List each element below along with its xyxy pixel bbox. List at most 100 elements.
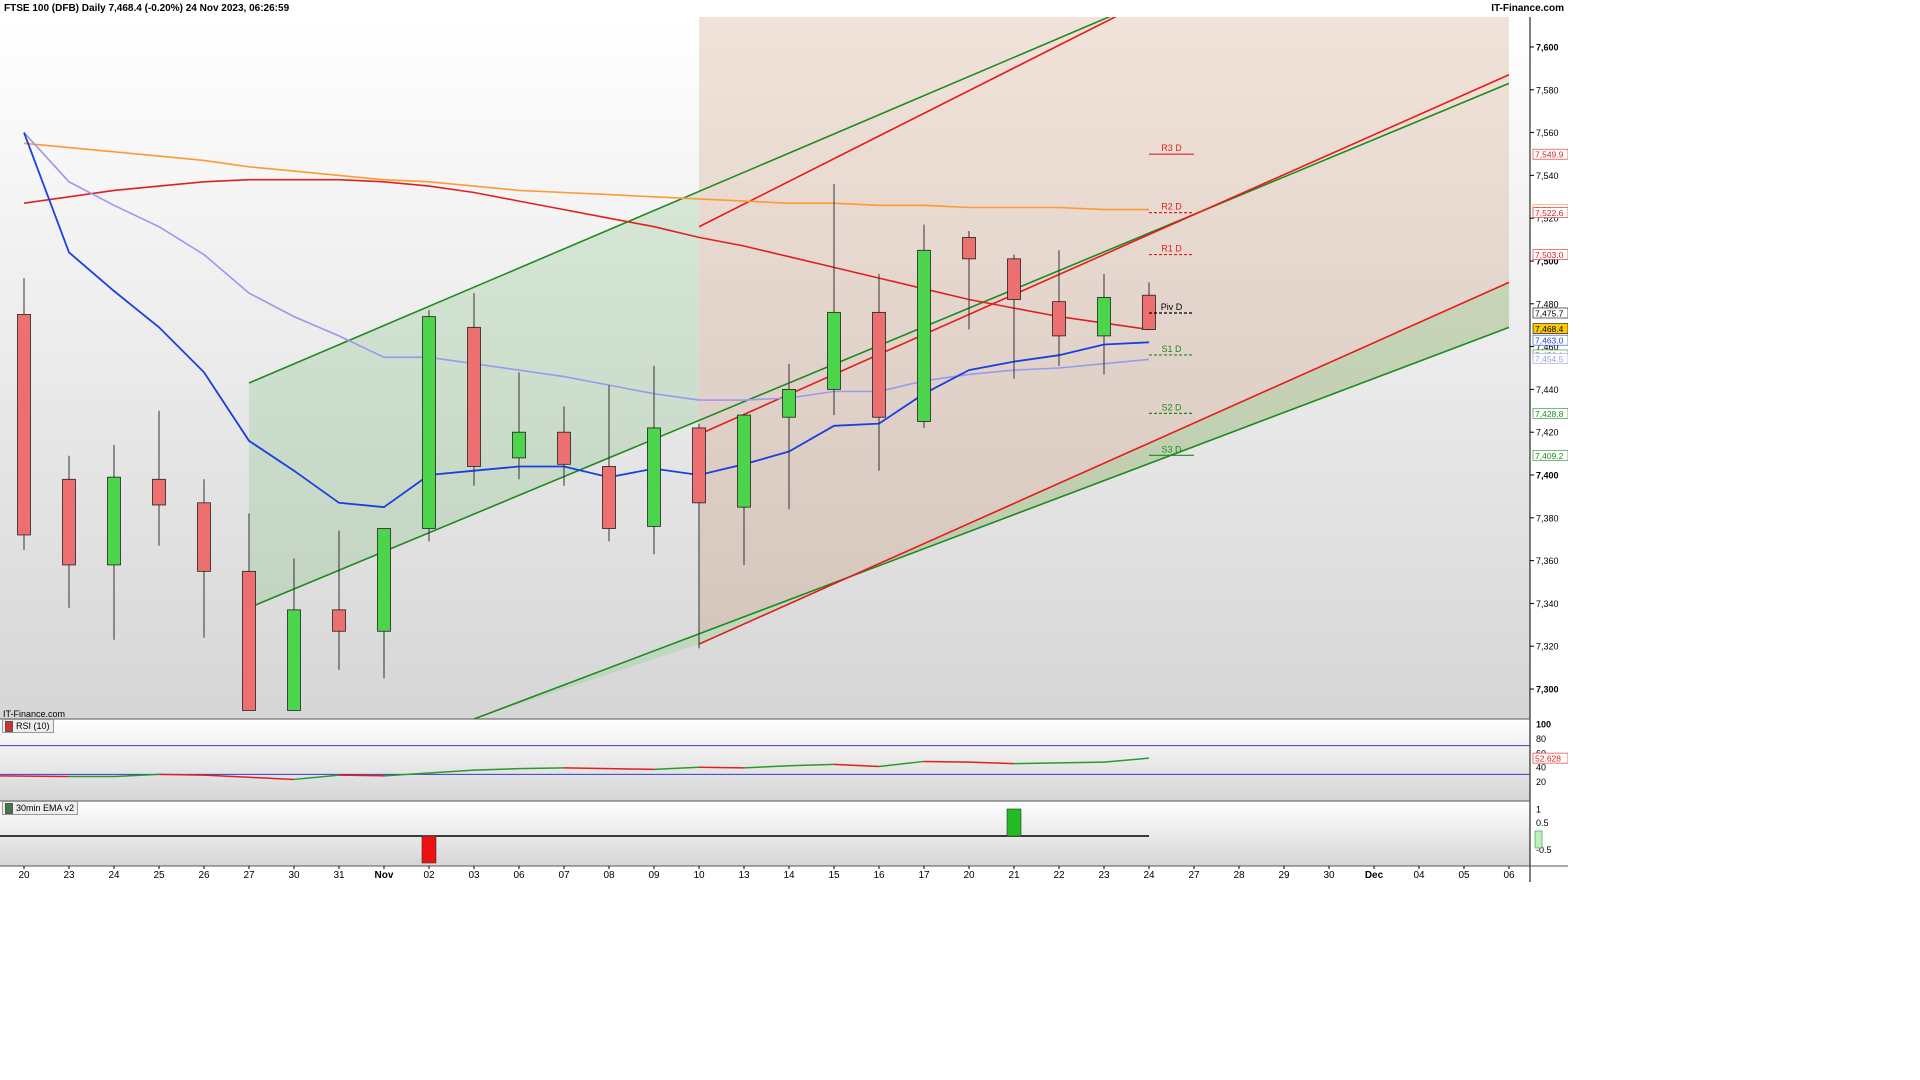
ema-panel-tick-label: 1 [1536,805,1541,815]
x-tick-label: 30 [288,870,300,881]
candle-body [602,466,616,529]
candle-body [197,502,211,572]
rsi-line-segment [1013,762,1060,765]
rsi-panel-background [0,719,1530,801]
x-tick-label: 25 [153,870,165,881]
pivot-label: R2 D [1161,202,1182,212]
price-chart[interactable]: R3 D R2 D R1 D Piv D S1 D S2 D S3 D 7,300 7,320 7… [0,0,1568,882]
rsi-panel-label[interactable]: RSI (10) [2,719,54,733]
ema-panel-label[interactable]: 30min EMA v2 [2,801,79,815]
candle-body [332,609,346,632]
ema-panel-color-swatch [5,802,13,814]
x-tick-label: 24 [1143,870,1155,881]
candle-body [377,528,391,632]
y-tick-label: 7,580 [1536,85,1559,95]
price-tag-label: 7,522.6 [1535,208,1564,218]
x-tick-label: 06 [513,870,525,881]
price-tag-label: 7,468.4 [1535,324,1564,334]
candle-body [242,570,256,711]
price-tag-label: 7,463.0 [1535,336,1564,346]
rsi-line-segment [923,760,970,763]
pivot-label: S2 D [1161,402,1182,412]
y-tick-label: 7,340 [1536,599,1559,609]
pivot-label: R3 D [1161,143,1182,153]
candle-body [827,311,841,390]
x-tick-label: 03 [468,870,480,881]
ema-panel-label-text: 30min EMA v2 [16,803,75,813]
ema-signal-bar [421,835,437,864]
candle-body [287,609,301,711]
price-tag-label: 7,409.2 [1535,451,1564,461]
price-tag-label: 7,503.0 [1535,250,1564,260]
x-tick-label: 09 [648,870,660,881]
x-tick-label: 10 [693,870,705,881]
rsi-value-label: 52.628 [1535,754,1561,764]
ema-signal-bar [1006,808,1022,837]
price-tag-label: 7,428.8 [1535,409,1564,419]
candle-body [467,326,481,467]
candle-body [17,314,31,536]
rsi-tick-label: 80 [1536,734,1546,744]
y-tick-label: 7,420 [1536,428,1559,438]
x-tick-label: Nov [375,870,394,881]
x-tick-label: 27 [243,870,255,881]
x-tick-label: 24 [108,870,120,881]
price-tag-label: 7,549.9 [1535,150,1564,160]
candle-body [1007,258,1021,300]
x-tick-label: 21 [1008,870,1020,881]
pivot-label: Piv D [1161,302,1183,312]
x-tick-label: 29 [1278,870,1290,881]
x-tick-label: 22 [1053,870,1065,881]
candle-body [62,478,76,566]
price-tag-label: 7,454.5 [1535,354,1564,364]
candle-body [107,476,121,566]
candle-body [152,478,166,506]
x-tick-label: 07 [558,870,570,881]
rsi-line-segment [158,773,205,776]
x-tick-label: 27 [1188,870,1200,881]
pivot-label: S1 D [1161,344,1182,354]
y-tick-label: 7,400 [1536,471,1559,481]
candle-body [782,389,796,418]
y-tick-label: 7,440 [1536,385,1559,395]
x-tick-label: 05 [1458,870,1470,881]
x-tick-label: 06 [1503,870,1515,881]
rsi-line-segment [563,767,610,770]
rsi-line-segment [518,767,565,770]
rsi-color-swatch [5,720,13,732]
rsi-line-segment [608,767,655,771]
x-tick-label: 31 [333,870,345,881]
candle-body [1097,296,1111,337]
x-tick-label: 15 [828,870,840,881]
ema-panel-tick-label: 0.5 [1536,818,1549,828]
candle-body [422,316,436,529]
x-tick-label: 14 [783,870,795,881]
y-tick-label: 7,360 [1536,556,1559,566]
rsi-line-segment [1058,761,1105,764]
x-tick-label: 20 [18,870,30,881]
candle-body [692,427,706,504]
y-tick-label: 7,300 [1536,685,1559,695]
rsi-line-segment [0,775,70,778]
candle-body [1142,294,1156,330]
rsi-label-text: RSI (10) [16,721,50,731]
x-tick-label: 20 [963,870,975,881]
y-tick-label: 7,540 [1536,171,1559,181]
x-tick-label: 23 [1098,870,1110,881]
rsi-line-segment [698,766,745,769]
candle-body [512,431,526,459]
x-tick-label: 08 [603,870,615,881]
x-tick-label: 17 [918,870,930,881]
x-axis-background [0,866,1530,882]
ema-value-tag [1534,830,1543,849]
x-tick-label: 28 [1233,870,1245,881]
candle-body [917,249,931,422]
x-tick-label: 16 [873,870,885,881]
candle-body [872,311,886,418]
y-tick-label: 7,560 [1536,128,1559,138]
y-tick-label: 7,600 [1536,42,1559,52]
candle-body [1052,301,1066,337]
x-tick-label: 02 [423,870,435,881]
candle-body [557,431,571,465]
candle-body [737,414,751,508]
